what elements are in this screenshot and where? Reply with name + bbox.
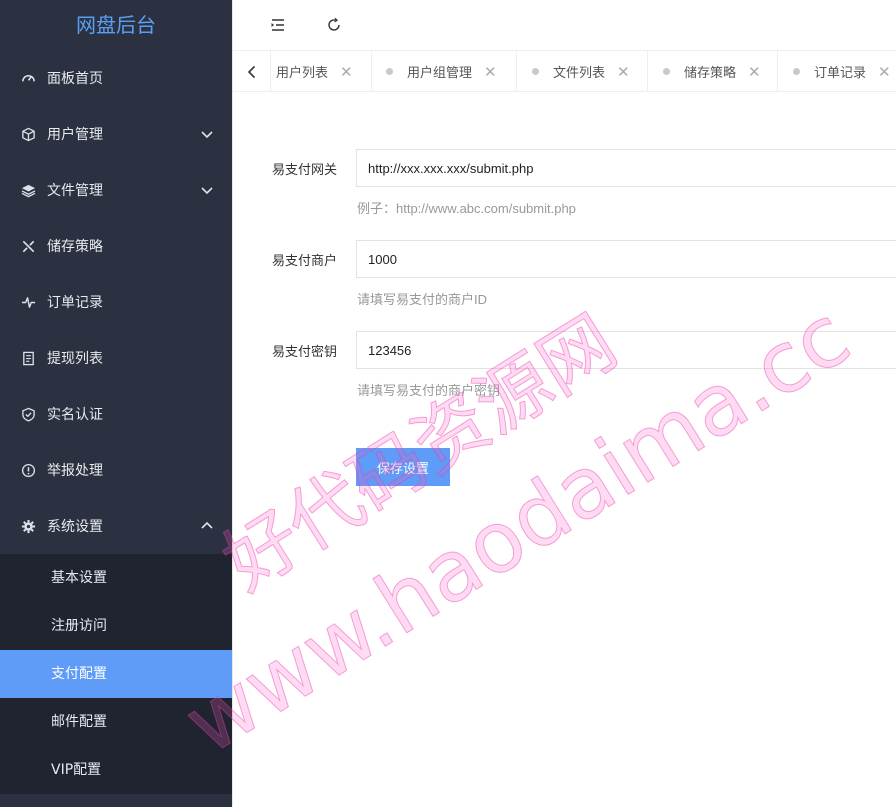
- admin-app: 网盘后台 面板首页 用户管理 文件管理 储存策略 订单记录 提现列表 实名认证 …: [0, 0, 896, 807]
- tab-label: 用户组管理: [407, 66, 473, 81]
- tools-icon: [20, 238, 36, 254]
- sidebar-item-reports[interactable]: 举报处理: [0, 442, 232, 498]
- sidebar-item-verification[interactable]: 实名认证: [0, 386, 232, 442]
- sidebar-divider: [232, 0, 233, 807]
- sidebar-item-label: 文件管理: [47, 183, 103, 199]
- sidebar-item-label: 举报处理: [47, 463, 103, 479]
- indent-icon: [271, 19, 284, 31]
- tab-status-dot: [663, 68, 670, 75]
- chevron-down-icon: [201, 131, 213, 139]
- pulse-icon: [20, 294, 36, 310]
- tab-status-dot: [793, 68, 800, 75]
- submenu-item-basic-settings[interactable]: 基本设置: [0, 554, 232, 602]
- sidebar-bottom-strip: [0, 799, 232, 807]
- close-icon[interactable]: ✕: [617, 63, 630, 81]
- chevron-down-icon: [201, 187, 213, 195]
- merchant-key-input[interactable]: [356, 331, 896, 369]
- sidebar-item-label: 面板首页: [47, 71, 103, 87]
- sidebar-item-files[interactable]: 文件管理: [0, 162, 232, 218]
- system-settings-submenu: 基本设置 注册访问 支付配置 邮件配置 VIP配置: [0, 554, 232, 794]
- tab-status-dot: [386, 68, 393, 75]
- sidebar-item-label: 系统设置: [47, 519, 103, 535]
- merchant-hint: 请填写易支付的商户ID: [357, 292, 488, 307]
- sidebar-item-label: 实名认证: [47, 407, 103, 423]
- save-settings-button[interactable]: 保存设置: [356, 448, 450, 486]
- sidebar-item-withdrawals[interactable]: 提现列表: [0, 330, 232, 386]
- key-hint: 请填写易支付的商户密钥: [357, 383, 501, 398]
- layers-icon: [20, 182, 36, 198]
- app-logo-title: 网盘后台: [76, 13, 156, 37]
- tab-label: 文件列表: [553, 66, 606, 81]
- gear-icon: [20, 518, 36, 534]
- tab-status-dot: [532, 68, 539, 75]
- close-icon[interactable]: ✕: [340, 63, 353, 81]
- chevron-left-icon: [247, 65, 255, 78]
- dashboard-icon: [20, 70, 36, 86]
- tab-label: 用户列表: [276, 66, 329, 81]
- cube-icon: [20, 126, 36, 142]
- chevron-up-icon: [201, 521, 213, 529]
- refresh-button[interactable]: [320, 11, 348, 39]
- sidebar-item-label: 提现列表: [47, 351, 103, 367]
- tab-storage-policy[interactable]: 储存策略 ✕: [648, 51, 778, 92]
- receipt-icon: [20, 350, 36, 366]
- sidebar-item-system-settings[interactable]: 系统设置: [0, 498, 232, 554]
- close-icon[interactable]: ✕: [878, 63, 891, 81]
- submenu-item-vip-config[interactable]: VIP配置: [0, 746, 232, 794]
- sidebar-item-orders[interactable]: 订单记录: [0, 274, 232, 330]
- close-icon[interactable]: ✕: [484, 63, 497, 81]
- gateway-hint: 例子：http://www.abc.com/submit.php: [357, 201, 576, 216]
- alert-circle-icon: [20, 462, 36, 478]
- tab-user-group-management[interactable]: 用户组管理 ✕: [372, 51, 517, 92]
- tab-user-list[interactable]: 用户列表 ✕: [271, 51, 372, 92]
- sidebar-item-label: 订单记录: [47, 295, 103, 311]
- close-icon[interactable]: ✕: [748, 63, 761, 81]
- gateway-input[interactable]: [356, 149, 896, 187]
- shield-check-icon: [20, 406, 36, 422]
- sidebar-item-storage-policy[interactable]: 储存策略: [0, 218, 232, 274]
- tab-bar: 用户列表 ✕ 用户组管理 ✕ 文件列表 ✕ 储存策略 ✕ 订单记录 ✕: [233, 50, 896, 92]
- sidebar-item-label: 储存策略: [47, 239, 103, 255]
- merchant-id-input[interactable]: [356, 240, 896, 278]
- merchant-label: 易支付商户: [272, 254, 338, 269]
- gateway-label: 易支付网关: [272, 163, 338, 178]
- sidebar-item-dashboard[interactable]: 面板首页: [0, 50, 232, 106]
- tab-label: 储存策略: [684, 66, 737, 81]
- submenu-item-registration-access[interactable]: 注册访问: [0, 602, 232, 650]
- submenu-item-payment-config[interactable]: 支付配置: [0, 650, 232, 698]
- key-label: 易支付密钥: [272, 345, 338, 360]
- sidebar-toggle-button[interactable]: [264, 11, 292, 39]
- sidebar-item-label: 用户管理: [47, 127, 103, 143]
- tab-label: 订单记录: [814, 66, 867, 81]
- submenu-item-mail-config[interactable]: 邮件配置: [0, 698, 232, 746]
- tab-scroll-left-button[interactable]: [233, 51, 271, 92]
- tab-file-list[interactable]: 文件列表 ✕: [517, 51, 648, 92]
- tab-order-records[interactable]: 订单记录 ✕: [778, 51, 896, 92]
- refresh-icon: [328, 17, 340, 31]
- sidebar-item-users[interactable]: 用户管理: [0, 106, 232, 162]
- sidebar: 网盘后台 面板首页 用户管理 文件管理 储存策略 订单记录 提现列表 实名认证 …: [0, 0, 232, 807]
- top-header: [233, 0, 896, 50]
